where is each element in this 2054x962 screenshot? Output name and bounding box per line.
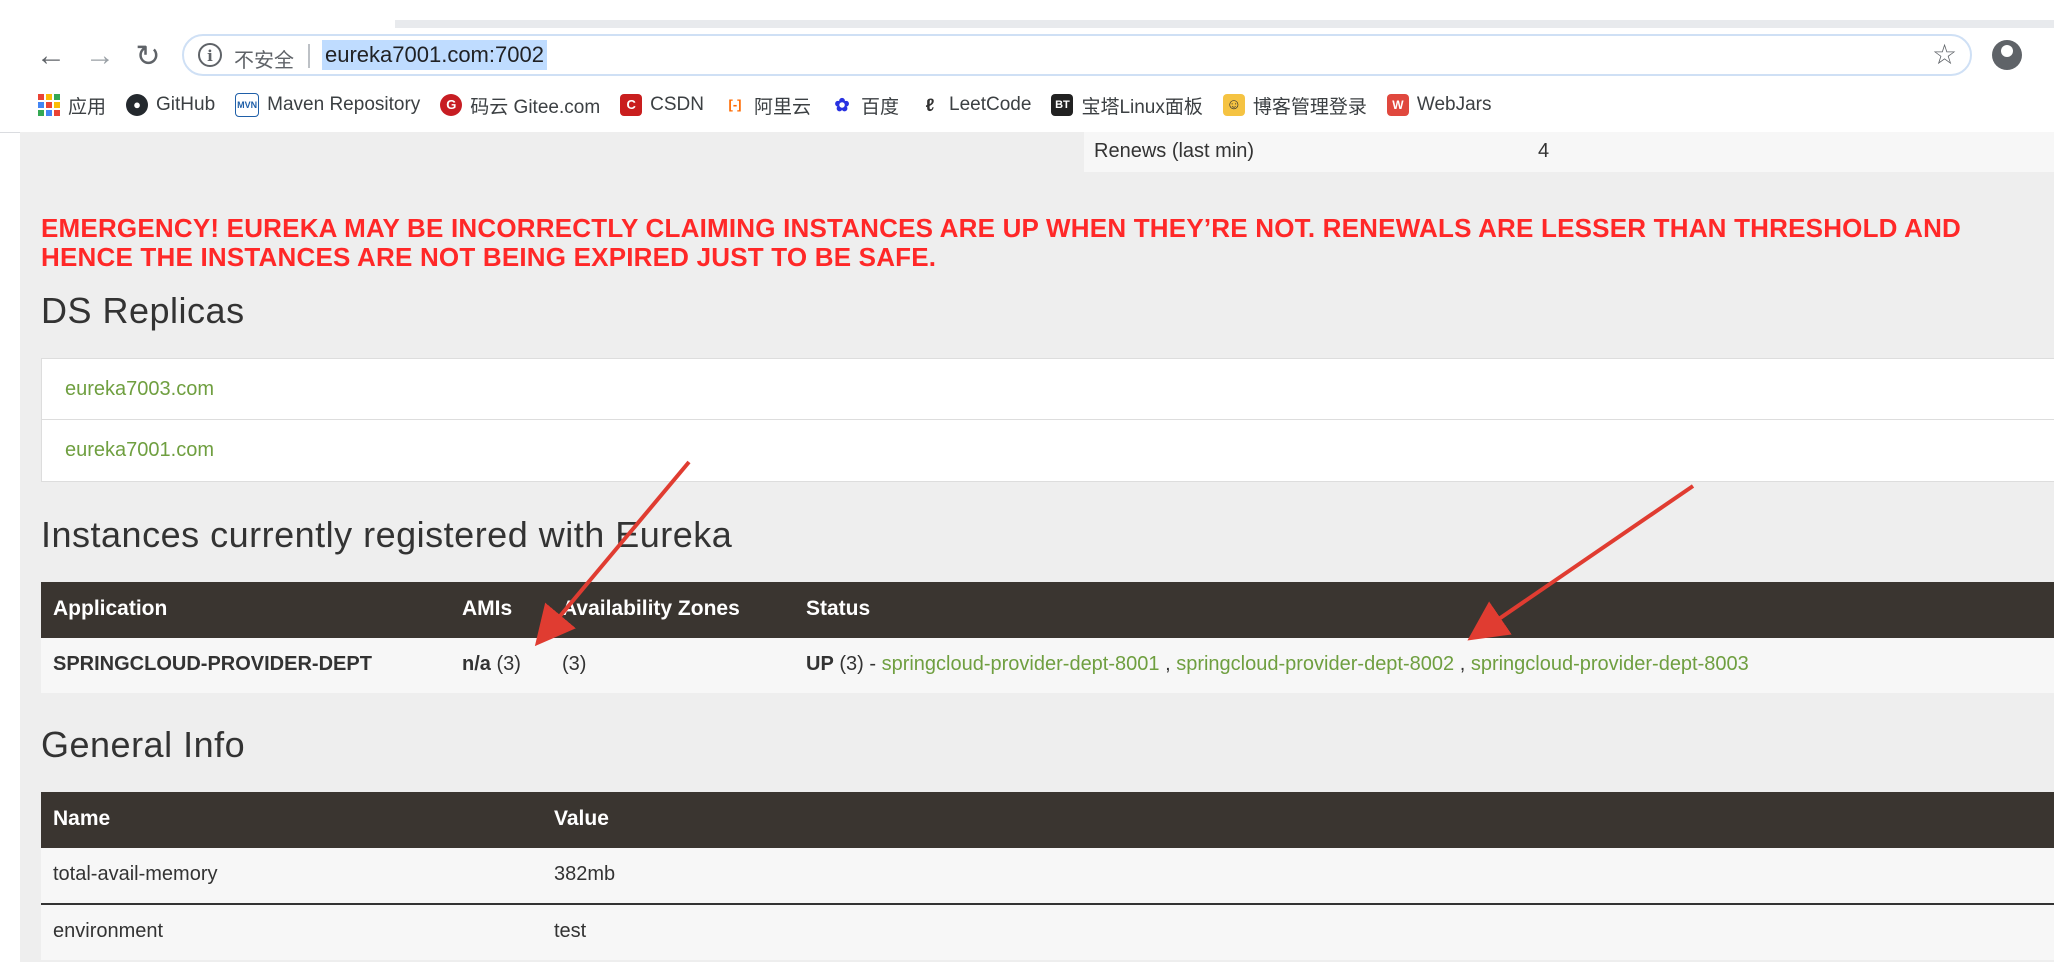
omnibox-divider	[308, 44, 310, 68]
profile-avatar-icon[interactable]	[1992, 40, 2022, 70]
column-header: Application	[53, 597, 168, 620]
replica-link[interactable]: eureka7001.com	[42, 420, 2054, 481]
aliyun-icon: [-]	[724, 94, 746, 116]
github-icon: ●	[126, 94, 149, 116]
browser-chrome: ← → ↻ i 不安全 eureka7001.com:7002 ☆ 应用 ● G…	[0, 0, 2054, 133]
general-info-heading: General Info	[41, 724, 246, 765]
info-icon[interactable]: i	[198, 43, 222, 67]
table-row: total-avail-memory 382mb	[41, 848, 2054, 905]
bookmark-label: 应用	[68, 96, 107, 118]
bookmark-leetcode[interactable]: ℓ LeetCode	[919, 94, 1031, 116]
csdn-icon: C	[620, 94, 643, 116]
bookmark-gitee[interactable]: G 码云 Gitee.com	[440, 92, 600, 119]
bookmark-label: 码云 Gitee.com	[470, 96, 601, 118]
bookmark-star-icon[interactable]: ☆	[1932, 38, 1957, 71]
info-value: test	[554, 920, 587, 942]
ami-cell: n/a (3)	[462, 653, 521, 676]
apps-grid-icon	[38, 94, 60, 116]
zones-cell: (3)	[562, 653, 587, 675]
general-info-table: Name Value total-avail-memory 382mb envi…	[41, 792, 2054, 960]
table-row: SPRINGCLOUD-PROVIDER-DEPT n/a (3) (3) UP…	[41, 638, 2054, 693]
bookmarks-bar: 应用 ● GitHub MVN Maven Repository G 码云 Gi…	[38, 90, 1492, 120]
bookmark-label: WebJars	[1416, 94, 1492, 115]
info-name: total-avail-memory	[53, 863, 218, 885]
instance-link[interactable]: springcloud-provider-dept-8003	[1471, 653, 1749, 675]
application-name: SPRINGCLOUD-PROVIDER-DEPT	[53, 653, 372, 675]
table-header: Name Value	[41, 792, 2054, 848]
bookmark-label: LeetCode	[949, 94, 1032, 115]
leetcode-icon: ℓ	[919, 94, 942, 116]
emergency-warning: EMERGENCY! EUREKA MAY BE INCORRECTLY CLA…	[41, 213, 1962, 272]
ds-replicas-list: eureka7003.com eureka7001.com	[41, 358, 2054, 482]
reload-icon[interactable]: ↻	[130, 38, 166, 74]
instance-link[interactable]: springcloud-provider-dept-8002	[1176, 653, 1454, 675]
address-bar[interactable]: i 不安全 eureka7001.com:7002	[182, 34, 1972, 76]
column-header: Value	[554, 807, 609, 830]
security-label: 不安全	[234, 50, 294, 72]
bookmark-label: 百度	[861, 96, 900, 118]
blog-icon: ☺	[1222, 94, 1245, 116]
url-text[interactable]: eureka7001.com:7002	[322, 40, 547, 70]
bookmark-blog[interactable]: ☺ 博客管理登录	[1222, 92, 1367, 119]
gitee-icon: G	[440, 94, 463, 116]
bookmark-csdn[interactable]: C CSDN	[620, 94, 704, 116]
table-row: environment test	[41, 905, 2054, 960]
renews-row: Renews (last min) 4	[1084, 132, 2054, 172]
column-header: Availability Zones	[562, 597, 740, 620]
table-header: Application AMIs Availability Zones Stat…	[41, 582, 2054, 638]
eureka-page: Renews (last min) 4 EMERGENCY! EUREKA MA…	[20, 132, 2054, 962]
bookmark-label: 宝塔Linux面板	[1081, 96, 1203, 118]
status-value: UP	[806, 653, 834, 675]
renews-value: 4	[1538, 140, 1550, 162]
bookmark-aliyun[interactable]: [-] 阿里云	[724, 92, 811, 119]
bt-icon: BT	[1051, 94, 1074, 116]
info-name: environment	[53, 920, 164, 942]
bookmark-label: Maven Repository	[267, 94, 421, 115]
bookmark-baidu[interactable]: ✿ 百度	[831, 92, 899, 119]
status-count: (3) -	[833, 653, 882, 675]
bookmark-github[interactable]: ● GitHub	[126, 94, 215, 116]
tab-strip	[395, 20, 2054, 28]
bookmark-apps[interactable]: 应用	[38, 92, 106, 119]
renews-label: Renews (last min)	[1094, 140, 1255, 162]
instance-link[interactable]: springcloud-provider-dept-8001	[882, 653, 1160, 675]
column-header: Name	[53, 807, 111, 830]
bookmark-webjars[interactable]: W WebJars	[1386, 94, 1492, 116]
webjars-icon: W	[1386, 94, 1409, 116]
instances-table: Application AMIs Availability Zones Stat…	[41, 582, 2054, 693]
back-arrow-icon[interactable]: ←	[33, 38, 69, 74]
bookmark-label: GitHub	[156, 94, 216, 115]
baidu-paw-icon: ✿	[831, 94, 854, 116]
bookmark-label: 博客管理登录	[1252, 96, 1367, 118]
ds-replicas-heading: DS Replicas	[41, 290, 245, 331]
link-separator: ,	[1454, 653, 1471, 675]
replica-link[interactable]: eureka7003.com	[42, 359, 2054, 420]
ami-count: (3)	[490, 653, 521, 675]
bookmark-bt[interactable]: BT 宝塔Linux面板	[1051, 92, 1203, 119]
ami-value: n/a	[462, 653, 491, 675]
link-separator: ,	[1159, 653, 1177, 675]
maven-icon: MVN	[235, 93, 260, 117]
column-header: Status	[806, 597, 871, 620]
column-header: AMIs	[462, 597, 513, 620]
info-value: 382mb	[554, 863, 616, 885]
instances-heading: Instances currently registered with Eure…	[41, 514, 733, 555]
status-cell: UP (3) - springcloud-provider-dept-8001 …	[806, 653, 1749, 676]
bookmark-label: CSDN	[650, 94, 704, 115]
forward-arrow-icon[interactable]: →	[82, 38, 118, 74]
bookmark-label: 阿里云	[754, 96, 812, 118]
bookmark-maven[interactable]: MVN Maven Repository	[235, 93, 420, 117]
